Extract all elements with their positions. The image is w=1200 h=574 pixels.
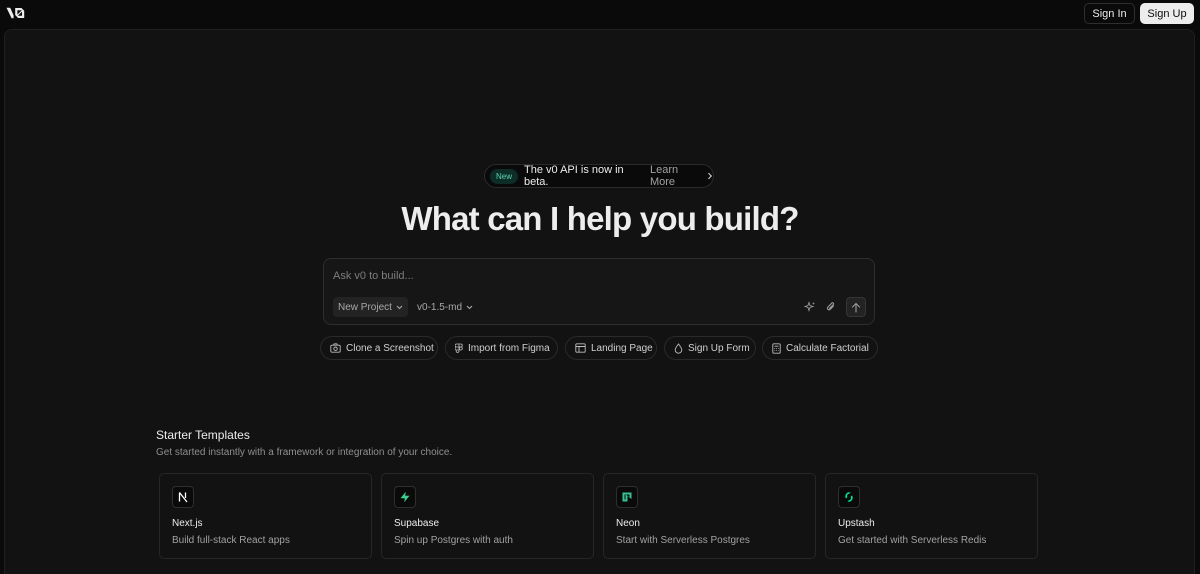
template-card-supabase[interactable]: Supabase Spin up Postgres with auth: [381, 473, 594, 559]
prompt-input[interactable]: [333, 267, 863, 285]
card-name: Neon: [616, 518, 640, 529]
v0-logo[interactable]: [6, 5, 25, 21]
model-selector-label: v0-1.5-md: [417, 301, 463, 313]
figma-icon: [455, 343, 463, 353]
announcement-pill[interactable]: New The v0 API is now in beta. Learn Mor…: [484, 164, 714, 188]
template-card-neon[interactable]: Neon Start with Serverless Postgres: [603, 473, 816, 559]
chip-label: Landing Page: [591, 342, 653, 354]
template-card-nextjs[interactable]: Next.js Build full-stack React apps: [159, 473, 372, 559]
send-button[interactable]: [846, 297, 866, 317]
card-name: Upstash: [838, 518, 875, 529]
chip-import-figma[interactable]: Import from Figma: [445, 336, 558, 360]
chip-label: Import from Figma: [468, 342, 550, 354]
chip-calculate-factorial[interactable]: Calculate Factorial: [762, 336, 878, 360]
chip-clone-screenshot[interactable]: Clone a Screenshot: [320, 336, 438, 360]
sign-up-button[interactable]: Sign Up: [1140, 3, 1194, 24]
hero-title: What can I help you build?: [401, 200, 799, 237]
learn-more-label: Learn More: [649, 164, 679, 188]
v0-logo-icon: [6, 7, 25, 19]
learn-more-link[interactable]: Learn More: [650, 164, 713, 188]
chevron-right-icon: [708, 172, 713, 180]
card-description: Start with Serverless Postgres: [616, 535, 750, 546]
card-icon-frame: [172, 486, 194, 508]
camera-icon: [330, 343, 341, 353]
chevron-down-icon: [466, 305, 473, 309]
top-bar: Sign In Sign Up: [0, 0, 1200, 28]
calculator-icon: [772, 342, 781, 354]
card-description: Build full-stack React apps: [172, 535, 290, 546]
paperclip-icon: [826, 302, 835, 311]
announcement-text: The v0 API is now in beta.: [524, 164, 624, 188]
chip-sign-up-form[interactable]: Sign Up Form: [664, 336, 756, 360]
suggestion-chips: Clone a Screenshot Import from Figma Lan…: [0, 336, 1200, 360]
card-description: Get started with Serverless Redis: [838, 535, 987, 546]
model-selector[interactable]: v0-1.5-md: [412, 297, 478, 317]
chip-label: Clone a Screenshot: [346, 342, 434, 354]
card-description: Spin up Postgres with auth: [394, 535, 513, 546]
chip-label: Sign Up Form: [688, 342, 750, 354]
prompt-box: New Project v0-1.5-md: [323, 258, 875, 325]
templates-subtitle: Get started instantly with a framework o…: [156, 447, 453, 458]
card-name: Next.js: [172, 518, 203, 529]
nextjs-icon: [178, 492, 188, 503]
project-selector-label: New Project: [338, 301, 392, 313]
card-icon-frame: [616, 486, 638, 508]
template-card-upstash[interactable]: Upstash Get started with Serverless Redi…: [825, 473, 1038, 559]
sign-in-button[interactable]: Sign In: [1084, 3, 1135, 24]
chip-landing-page[interactable]: Landing Page: [565, 336, 657, 360]
card-icon-frame: [394, 486, 416, 508]
sparkle-icon: [804, 301, 815, 312]
enhance-prompt-button[interactable]: [800, 297, 820, 317]
upstash-icon: [845, 492, 853, 502]
chevron-down-icon: [396, 305, 403, 309]
card-name: Supabase: [394, 518, 440, 529]
chip-label: Calculate Factorial: [786, 342, 869, 354]
arrow-up-icon: [851, 302, 861, 313]
card-icon-frame: [838, 486, 860, 508]
droplet-icon: [674, 342, 683, 354]
layout-icon: [575, 343, 586, 353]
neon-icon: [622, 492, 632, 502]
attach-button[interactable]: [821, 297, 841, 317]
project-selector[interactable]: New Project: [333, 297, 408, 317]
new-badge: New: [490, 168, 519, 184]
supabase-icon: [400, 491, 410, 503]
templates-title: Starter Templates: [156, 428, 250, 442]
